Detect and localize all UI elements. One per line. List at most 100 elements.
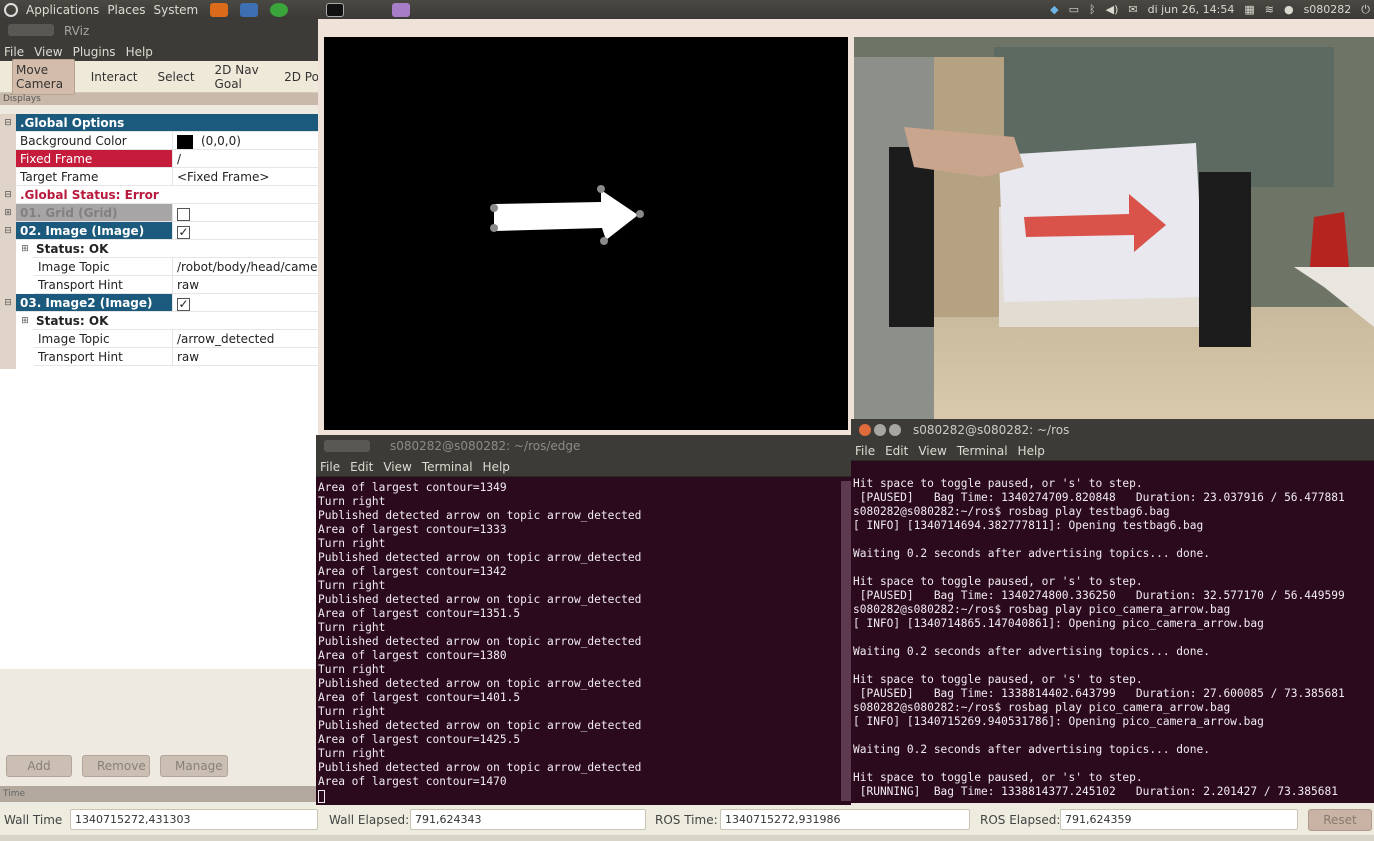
term-menu-edit[interactable]: Edit <box>885 444 908 458</box>
terminal-ros-title: s080282@s080282: ~/ros <box>913 423 1070 437</box>
terminal-ros-titlebar[interactable]: s080282@s080282: ~/ros <box>851 419 1374 441</box>
power-icon[interactable]: ⏻ <box>1361 3 1370 17</box>
user-name[interactable]: s080282 <box>1304 3 1352 16</box>
ros-elapsed-field[interactable]: 791,624359 <box>1060 809 1298 830</box>
terminal-line: Published detected arrow on topic arrow_… <box>318 509 642 522</box>
wifi-icon[interactable]: ≋ <box>1265 3 1274 16</box>
tool-select[interactable]: Select <box>154 67 199 87</box>
display-grid[interactable]: 01. Grid (Grid) <box>16 204 172 222</box>
grid-enable-checkbox[interactable] <box>172 204 320 222</box>
expand-icon[interactable]: ⊞ <box>3 208 13 218</box>
menu-system[interactable]: System <box>153 3 198 17</box>
image2-transport-value[interactable]: raw <box>172 348 320 366</box>
status-expand-icon[interactable]: ⊞ <box>20 316 30 326</box>
image-enable-checkbox[interactable]: ✓ <box>172 222 320 240</box>
background-color-value[interactable]: (0,0,0) <box>172 132 320 150</box>
rviz-menu-plugins[interactable]: Plugins <box>73 45 116 59</box>
collapse-icon[interactable]: ⊟ <box>3 226 13 236</box>
term-menu-help[interactable]: Help <box>1018 444 1045 458</box>
terminal-edge-scrollbar[interactable] <box>841 481 851 801</box>
menu-applications[interactable]: Applications <box>26 3 99 17</box>
collapse-icon[interactable]: ⊟ <box>3 118 13 128</box>
mail-icon[interactable]: ✉ <box>1128 3 1137 16</box>
displays-buttons: Add Remove Manage <box>0 752 320 780</box>
terminal-line: Area of largest contour=1380 <box>318 649 507 662</box>
global-status-error[interactable]: .Global Status: Error <box>16 186 320 204</box>
rviz-titlebar[interactable]: RViz <box>0 19 320 43</box>
help-launcher-icon[interactable] <box>240 2 259 17</box>
window-controls[interactable] <box>8 24 54 36</box>
term-menu-edit[interactable]: Edit <box>350 460 373 474</box>
corner-point <box>597 185 605 193</box>
display-image2[interactable]: 03. Image2 (Image) <box>16 294 172 312</box>
manage-button[interactable]: Manage <box>160 755 228 777</box>
term-menu-file[interactable]: File <box>320 460 340 474</box>
battery-icon[interactable]: ▭ <box>1069 3 1079 16</box>
image2-status[interactable]: Status: OK <box>32 312 320 330</box>
image-status[interactable]: Status: OK <box>32 240 320 258</box>
tool-2d-nav-goal[interactable]: 2D Nav Goal <box>211 60 269 94</box>
color-swatch[interactable] <box>177 134 193 149</box>
term-menu-view[interactable]: View <box>918 444 946 458</box>
wall-time-field[interactable]: 1340715272,431303 <box>70 809 318 830</box>
maximize-icon[interactable] <box>889 424 901 436</box>
network-icon[interactable]: ◆ <box>1050 3 1058 16</box>
checkmark-icon[interactable]: ✓ <box>177 298 190 311</box>
image2-enable-checkbox[interactable]: ✓ <box>172 294 320 312</box>
image2-topic-value[interactable]: /arrow_detected <box>172 330 320 348</box>
rviz-menu-file[interactable]: File <box>4 45 24 59</box>
window-controls[interactable] <box>324 440 370 452</box>
reset-button[interactable]: Reset <box>1308 809 1372 831</box>
term-menu-view[interactable]: View <box>383 460 411 474</box>
term-menu-help[interactable]: Help <box>483 460 510 474</box>
displays-footer <box>0 669 320 749</box>
fixed-frame-value[interactable]: / <box>172 150 320 168</box>
minimize-icon[interactable] <box>874 424 886 436</box>
term-menu-file[interactable]: File <box>855 444 875 458</box>
image-topic-value[interactable]: /robot/body/head/camera/i <box>172 258 320 276</box>
term-menu-terminal[interactable]: Terminal <box>957 444 1008 458</box>
terminal-edge-output[interactable]: Area of largest contour=1349 Turn right Pu… <box>316 481 839 805</box>
checkmark-icon[interactable]: ✓ <box>177 226 190 239</box>
terminal-line: Turn right <box>318 495 386 508</box>
workspace-switcher-icon[interactable] <box>392 2 411 17</box>
wall-elapsed-field[interactable]: 791,624343 <box>410 809 646 830</box>
status-expand-icon[interactable]: ⊞ <box>20 244 30 254</box>
collapse-icon[interactable]: ⊟ <box>3 298 13 308</box>
close-icon[interactable] <box>859 424 871 436</box>
global-options-header[interactable]: .Global Options <box>16 114 320 132</box>
target-frame-value[interactable]: <Fixed Frame> <box>172 168 320 186</box>
terminal-line: Hit space to toggle paused, or 's' to st… <box>853 771 1143 784</box>
tool-interact[interactable]: Interact <box>87 67 142 87</box>
add-button[interactable]: Add <box>6 755 72 777</box>
firefox-launcher-icon[interactable] <box>210 2 229 17</box>
corner-point <box>490 224 498 232</box>
bluetooth-icon[interactable]: ᛒ <box>1089 3 1096 16</box>
keyboard-icon[interactable]: ▦ <box>1244 3 1254 16</box>
rviz-menu-help[interactable]: Help <box>126 45 153 59</box>
volume-icon[interactable]: ◀) <box>1106 3 1119 16</box>
terminal-launcher-icon[interactable] <box>326 2 345 17</box>
fixed-frame-label: Fixed Frame <box>16 150 172 168</box>
tool-move-camera[interactable]: Move Camera <box>12 58 75 95</box>
chrome-launcher-icon[interactable] <box>270 2 289 17</box>
ubuntu-logo-icon[interactable] <box>4 2 18 17</box>
ros-time-field[interactable]: 1340715272,931986 <box>720 809 970 830</box>
terminal-edge-titlebar[interactable]: s080282@s080282: ~/ros/edge <box>316 435 851 457</box>
displays-header: Displays <box>0 93 320 105</box>
terminal-ros-output[interactable]: Hit space to toggle paused, or 's' to st… <box>851 477 1362 803</box>
image-transport-value[interactable]: raw <box>172 276 320 294</box>
checkbox-unchecked[interactable] <box>177 208 190 221</box>
term-menu-terminal[interactable]: Terminal <box>422 460 473 474</box>
rviz-toolbar: Move Camera Interact Select 2D Nav Goal … <box>0 58 320 95</box>
rviz-menu-view[interactable]: View <box>34 45 62 59</box>
clock[interactable]: di jun 26, 14:54 <box>1148 3 1235 16</box>
user-icon[interactable]: ● <box>1284 3 1294 16</box>
tool-2d-pose[interactable]: 2D Pose <box>280 67 320 87</box>
remove-button[interactable]: Remove <box>82 755 150 777</box>
display-image[interactable]: 02. Image (Image) <box>16 222 172 240</box>
collapse-icon[interactable]: ⊟ <box>3 190 13 200</box>
menu-places[interactable]: Places <box>107 3 145 17</box>
